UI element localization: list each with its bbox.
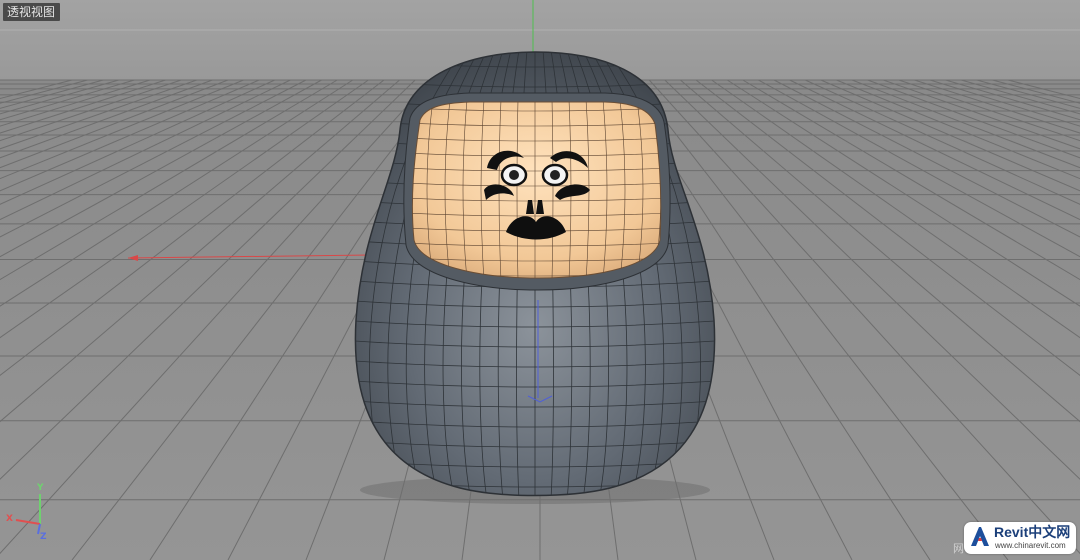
perspective-viewport[interactable]: 透视视图 Y X Z 网 Revit中文网 www.chinarevit.com: [0, 0, 1080, 560]
model-face[interactable]: [411, 101, 662, 279]
revit-watermark: Revit中文网 www.chinarevit.com: [964, 522, 1076, 554]
watermark-edge-text: 网: [953, 542, 964, 555]
viewport-label[interactable]: 透视视图: [3, 3, 61, 21]
watermark-url: www.chinarevit.com: [995, 541, 1066, 550]
gizmo-x-label: X: [6, 514, 13, 524]
revit-logo-icon: [971, 527, 989, 546]
gizmo-z-label: Z: [40, 532, 47, 542]
gizmo-x-line: [15, 519, 41, 525]
watermark-title: Revit中文网: [994, 524, 1071, 540]
axis-gizmo: Y X Z: [4, 480, 54, 546]
gizmo-y-label: Y: [37, 483, 44, 493]
right-pupil: [550, 170, 560, 180]
scene-canvas[interactable]: [0, 0, 1080, 560]
left-pupil: [509, 170, 519, 180]
